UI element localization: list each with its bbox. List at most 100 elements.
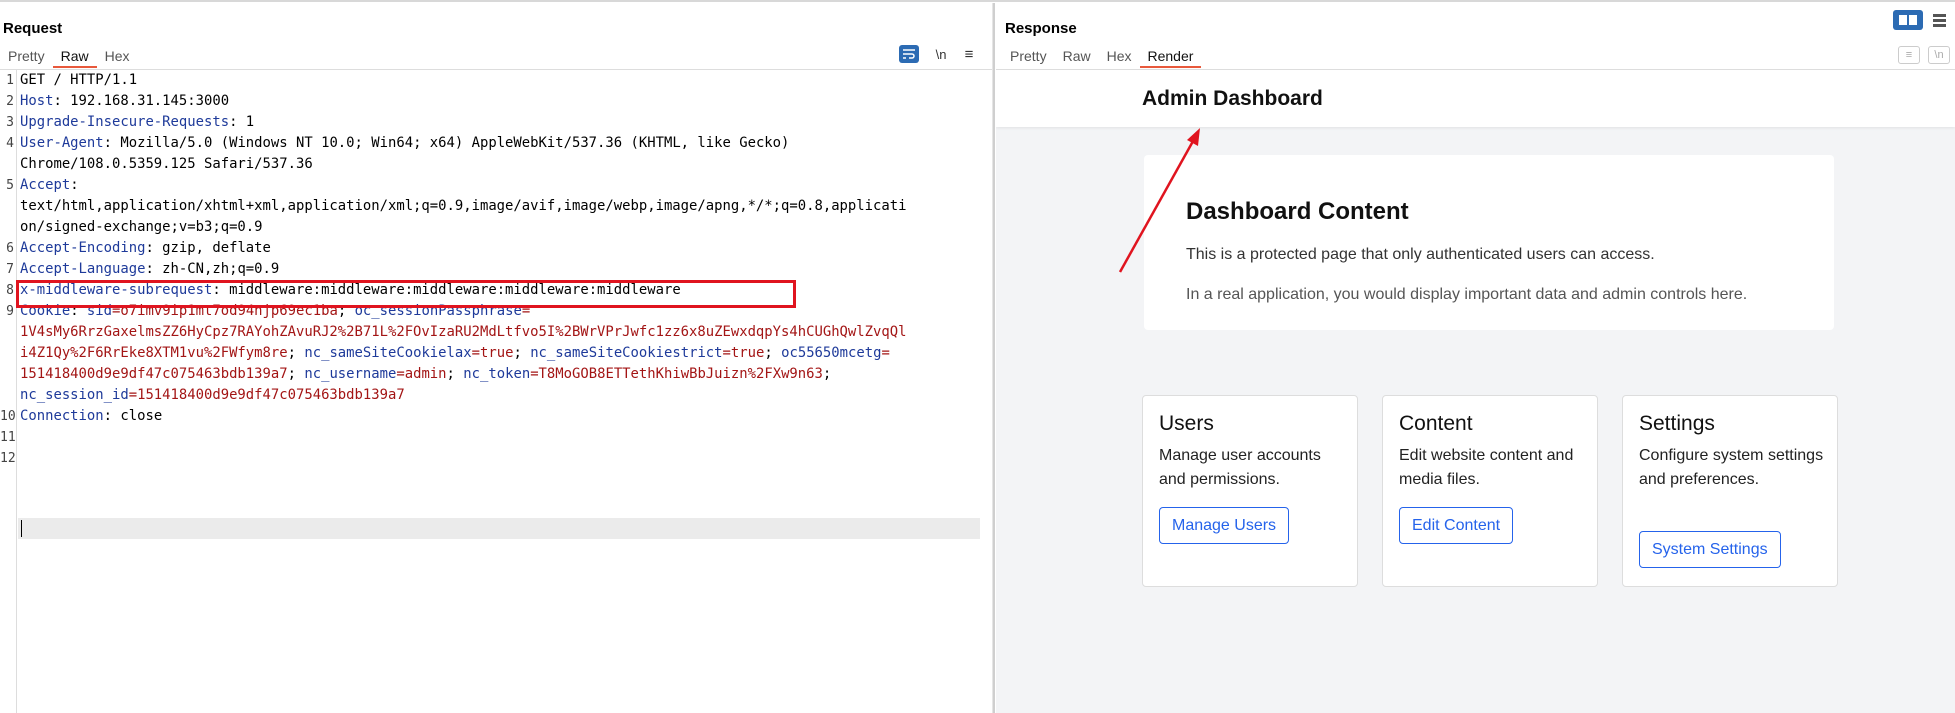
card-title: Content (1399, 412, 1473, 435)
line-number: 3 (6, 115, 14, 130)
request-line: Accept: (20, 175, 79, 196)
card-text: Manage user accounts and permissions. (1159, 447, 1321, 488)
rendered-page: Admin Dashboard Dashboard Content This i… (996, 70, 1955, 713)
line-number: 9 (6, 304, 14, 319)
request-line: Host: 192.168.31.145:3000 (20, 91, 229, 112)
response-tab-hex[interactable]: Hex (1099, 46, 1140, 66)
cookie-sep: ; (822, 366, 832, 382)
header-value: Chrome/108.0.5359.125 Safari/537.36 (20, 156, 313, 172)
cookie-value: =admin (396, 366, 447, 382)
request-pane: Request Pretty Raw Hex \n ≡ 1 2 3 4 5 6 … (0, 3, 992, 713)
header-name: Cookie (20, 303, 71, 319)
request-line: Cookie: sid=o7imv9ip1mt7od94njp69ec1ba; … (20, 301, 530, 322)
cookie-value: = (521, 303, 531, 319)
request-line: Accept-Language: zh-CN,zh;q=0.9 (20, 259, 279, 280)
line-number: 6 (6, 241, 14, 256)
card-title: Settings (1639, 412, 1715, 435)
response-pane: Response Pretty Raw Hex Render ≡ \n Admi… (996, 3, 1955, 713)
cookie-sep: ; (764, 345, 782, 361)
request-line: i4Z1Qy%2F6RrEke8XTM1vu%2FWfym8re; nc_sam… (20, 343, 890, 364)
show-newlines-icon[interactable]: \n (1928, 46, 1950, 64)
cookie-sep: ; (513, 345, 531, 361)
request-editor[interactable]: 1 2 3 4 5 6 7 8 9 10 11 12 GET / HTTP/1.… (0, 70, 992, 713)
cookie-sep: ; (446, 366, 464, 382)
line-number: 8 (6, 283, 14, 298)
request-line: Upgrade-Insecure-Requests: 1 (20, 112, 254, 133)
line-number: 1 (6, 73, 14, 88)
header-name: Accept-Encoding (20, 240, 146, 256)
menu-icon[interactable]: ≡ (959, 45, 979, 63)
pane-splitter[interactable] (992, 3, 995, 713)
line-number: 2 (6, 94, 14, 109)
line-number: 11 (0, 430, 16, 445)
header-value: : gzip, deflate (145, 240, 271, 256)
response-tab-pretty[interactable]: Pretty (1002, 46, 1055, 66)
card-text: Edit website content and media files. (1399, 447, 1574, 488)
request-line: nc_session_id=151418400d9e9df47c075463bd… (20, 385, 405, 406)
request-line: x-middleware-subrequest: middleware:midd… (20, 280, 681, 301)
header-value: : middleware:middleware:middleware:middl… (212, 282, 681, 298)
cookie-sep: ; (337, 303, 355, 319)
response-tab-raw[interactable]: Raw (1055, 46, 1099, 66)
content-paragraph: In a real application, you would display… (1186, 286, 1748, 303)
response-title: Response (1005, 20, 1077, 37)
system-settings-button[interactable]: System Settings (1639, 531, 1781, 568)
cookie-value: =o7imv9ip1mt7od94njp69ec1ba (112, 303, 338, 319)
cookie-name: sid (86, 303, 113, 319)
request-line: Chrome/108.0.5359.125 Safari/537.36 (20, 154, 313, 175)
cookie-name: oc_sessionPassphrase (354, 303, 522, 319)
header-value: on/signed-exchange;v=b3;q=0.9 (20, 219, 263, 235)
users-card: Users Manage user accounts and permissio… (1142, 395, 1358, 587)
content-card: Content Edit website content and media f… (1382, 395, 1598, 587)
request-title: Request (3, 20, 63, 37)
header-name: User-Agent (20, 135, 104, 151)
request-line: on/signed-exchange;v=b3;q=0.9 (20, 217, 263, 238)
request-line: 1V4sMy6RrzGaxelmsZZ6HyCpz7RAYohZAvuRJ2%2… (20, 322, 906, 343)
header-value: : Mozilla/5.0 (Windows NT 10.0; Win64; x… (103, 135, 790, 151)
cookie-name: nc_session_id (20, 387, 129, 403)
header-name: Accept-Language (20, 261, 146, 277)
request-line-text: GET / HTTP/1.1 (20, 72, 138, 88)
dashboard-content-card: Dashboard Content This is a protected pa… (1144, 155, 1834, 330)
cookie-sep: ; (287, 345, 305, 361)
card-text: Configure system settings and preference… (1639, 447, 1824, 488)
page-header: Admin Dashboard (996, 70, 1955, 127)
text-caret (21, 520, 22, 537)
manage-users-button[interactable]: Manage Users (1159, 507, 1290, 544)
line-number: 10 (0, 409, 16, 424)
settings-card: Settings Configure system settings and p… (1622, 395, 1838, 587)
header-value: : 192.168.31.145:3000 (53, 93, 230, 109)
stacked-layout-icon[interactable] (1928, 10, 1950, 30)
cookie-value: =true (471, 345, 514, 361)
line-number: 12 (0, 451, 16, 466)
header-name: x-middleware-subrequest (20, 282, 213, 298)
wrap-lines-icon[interactable]: ≡ (1898, 46, 1920, 64)
header-name: Host (20, 93, 54, 109)
show-newlines-icon[interactable]: \n (931, 45, 951, 63)
cookie-name: nc_sameSiteCookiestrict (530, 345, 723, 361)
wrap-lines-icon[interactable] (899, 45, 919, 63)
request-tab-pretty[interactable]: Pretty (0, 46, 53, 66)
cookie-name: nc_username (304, 366, 397, 382)
line-number: 5 (6, 178, 14, 193)
header-value: : (70, 177, 79, 193)
edit-content-button[interactable]: Edit Content (1399, 507, 1514, 544)
current-line-highlight (18, 518, 980, 539)
cookie-name: nc_sameSiteCookielax (304, 345, 472, 361)
line-number: 7 (6, 262, 14, 277)
header-value: : (70, 303, 87, 319)
request-tab-hex[interactable]: Hex (97, 46, 138, 66)
request-tabs: Pretty Raw Hex (0, 46, 138, 68)
side-by-side-layout-icon[interactable] (1893, 10, 1923, 30)
content-paragraph: This is a protected page that only authe… (1186, 246, 1655, 263)
header-value: : close (103, 408, 163, 424)
line-number-gutter (0, 70, 17, 713)
response-tab-render[interactable]: Render (1139, 46, 1202, 68)
header-value: text/html,application/xhtml+xml,applicat… (20, 198, 907, 214)
cookie-sep: ; (287, 366, 305, 382)
cookie-value: =151418400d9e9df47c075463bdb139a7 (128, 387, 405, 403)
request-tab-raw[interactable]: Raw (52, 46, 97, 68)
header-name: Upgrade-Insecure-Requests (20, 114, 230, 130)
cookie-value: 1V4sMy6RrzGaxelmsZZ6HyCpz7RAYohZAvuRJ2%2… (20, 324, 907, 340)
cookie-value: 151418400d9e9df47c075463bdb139a7 (20, 366, 288, 382)
